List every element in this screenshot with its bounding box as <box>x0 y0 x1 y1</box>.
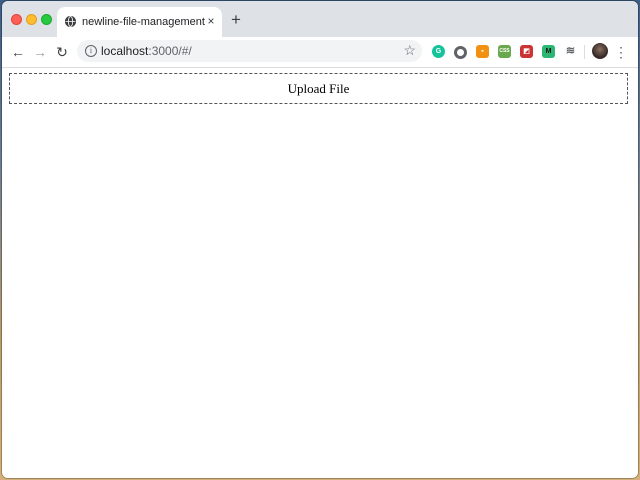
upload-file-dropzone[interactable]: Upload File <box>9 73 628 104</box>
globe-icon <box>65 16 76 27</box>
forward-arrow-icon[interactable]: → <box>30 42 50 62</box>
kebab-menu-icon[interactable]: ⋮ <box>614 43 628 61</box>
window-minimize-button[interactable] <box>26 14 37 25</box>
window-close-button[interactable] <box>11 14 22 25</box>
reload-icon[interactable]: ↻ <box>52 42 72 62</box>
browser-window: newline-file-management × + ← → ↻ i loca… <box>2 1 638 478</box>
site-info-icon[interactable]: i <box>85 45 97 57</box>
window-maximize-button[interactable] <box>41 14 52 25</box>
bookmark-star-icon[interactable]: ☆ <box>403 42 416 59</box>
grammarly-icon[interactable]: G <box>432 45 445 58</box>
red-extension-icon[interactable]: ◩ <box>520 45 533 58</box>
tab-strip: newline-file-management × + <box>2 1 638 37</box>
desktop-background: newline-file-management × + ← → ↻ i loca… <box>0 0 640 480</box>
url-host: localhost <box>101 44 149 58</box>
tab-close-icon[interactable]: × <box>203 13 219 29</box>
url-text[interactable]: localhost:3000/#/ <box>101 44 192 58</box>
browser-tab[interactable]: newline-file-management × <box>57 7 222 37</box>
page-content: Upload File <box>2 68 638 478</box>
tab-title: newline-file-management <box>82 16 205 28</box>
database-extension-icon[interactable]: ≋ <box>564 45 577 58</box>
url-path: :3000/#/ <box>148 44 192 58</box>
toolbar-divider <box>584 45 585 59</box>
m-extension-icon[interactable]: M <box>542 45 555 58</box>
orange-extension-icon[interactable]: ▪ <box>476 45 489 58</box>
browser-toolbar: ← → ↻ i localhost:3000/#/ ☆ G ▪ CSS ◩ M … <box>2 37 638 68</box>
circle-extension-icon[interactable] <box>454 46 467 59</box>
profile-avatar[interactable] <box>592 43 608 59</box>
back-arrow-icon[interactable]: ← <box>8 42 28 62</box>
new-tab-button[interactable]: + <box>227 11 245 29</box>
address-bar[interactable]: i localhost:3000/#/ ☆ <box>77 40 422 62</box>
green-extension-icon[interactable]: CSS <box>498 45 511 58</box>
